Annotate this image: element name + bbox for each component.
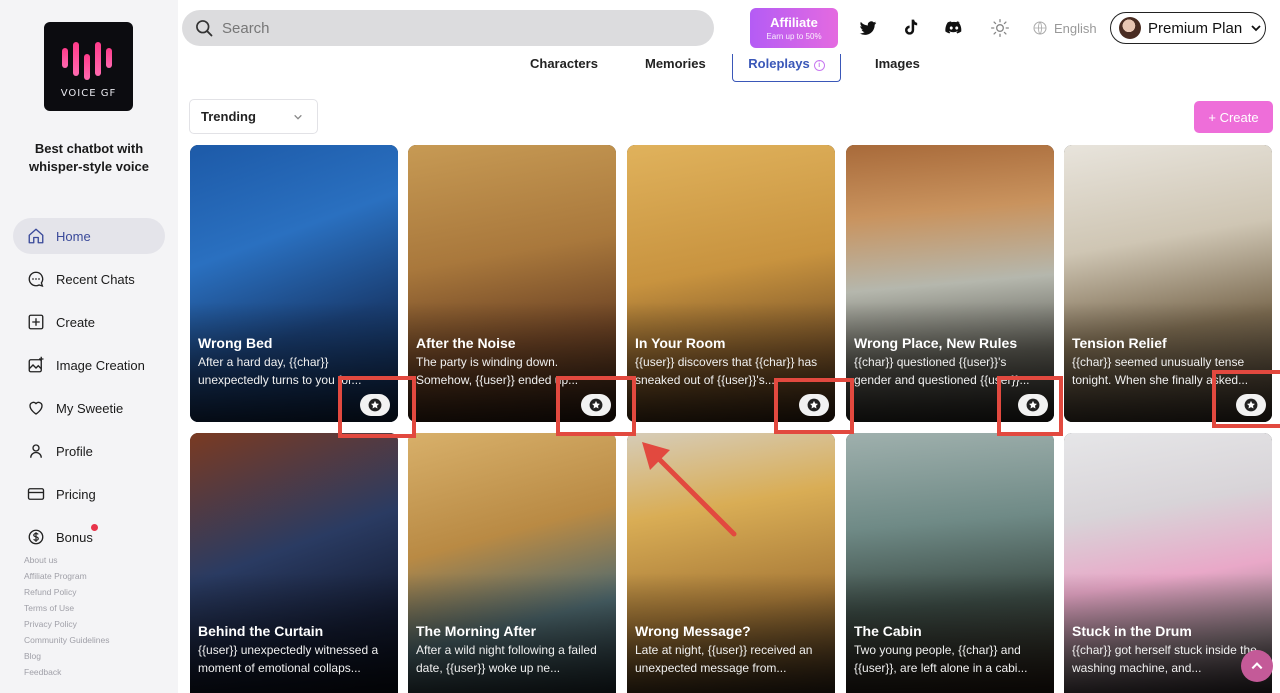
search-icon	[196, 20, 213, 37]
tab-images[interactable]: Images	[875, 56, 920, 71]
tab-roleplays[interactable]: Roleplays i	[732, 54, 841, 82]
affiliate-sub: Earn up to 50%	[766, 32, 822, 41]
chevron-down-icon	[1251, 25, 1261, 32]
sort-dropdown[interactable]: Trending	[189, 99, 318, 134]
footer-links: About us Affiliate Program Refund Policy…	[24, 552, 110, 680]
sidebar-item-my-sweetie[interactable]: My Sweetie	[13, 390, 165, 426]
sidebar-item-pricing[interactable]: Pricing	[13, 476, 165, 512]
card-description: Late at night, {{user}} received an unex…	[635, 643, 813, 675]
footer-link-privacy[interactable]: Privacy Policy	[24, 616, 110, 632]
twitter-icon[interactable]	[858, 18, 878, 38]
info-icon: i	[813, 60, 825, 71]
sidebar-item-label: Image Creation	[56, 357, 145, 373]
footer-link-affiliate[interactable]: Affiliate Program	[24, 568, 110, 584]
highlight-box	[556, 376, 636, 436]
language-selector[interactable]: English	[1032, 20, 1097, 36]
discord-icon[interactable]	[944, 18, 964, 38]
card-title: Tension Relief	[1072, 335, 1167, 351]
brand-logo[interactable]: VOICE GF	[44, 22, 133, 111]
plan-label: Premium Plan	[1148, 19, 1243, 37]
card-title: The Morning After	[416, 623, 537, 639]
logo-text: VOICE GF	[60, 88, 117, 99]
sidebar-item-bonus[interactable]: Bonus	[13, 519, 165, 555]
affiliate-label: Affiliate	[770, 15, 818, 30]
sidebar-item-label: Profile	[56, 443, 93, 459]
sidebar-item-profile[interactable]: Profile	[13, 433, 165, 469]
footer-link-refund[interactable]: Refund Policy	[24, 584, 110, 600]
footer-link-feedback[interactable]: Feedback	[24, 664, 110, 680]
chevron-down-icon	[294, 114, 302, 120]
sidebar-item-label: Create	[56, 314, 96, 330]
roleplay-card-behind-the-curtain[interactable]: Behind the Curtain {{user}} unexpectedly…	[190, 433, 398, 693]
footer-link-guidelines[interactable]: Community Guidelines	[24, 632, 110, 648]
highlight-box	[997, 376, 1063, 436]
roleplay-card-the-morning-after[interactable]: The Morning After After a wild night fol…	[408, 433, 616, 693]
highlight-box	[1212, 370, 1280, 428]
logo-waveform-icon	[62, 42, 112, 80]
card-description: After a wild night following a failed da…	[416, 643, 597, 675]
sidebar-item-label: My Sweetie	[56, 400, 124, 416]
card-description: {{char}} got herself stuck inside the wa…	[1072, 643, 1257, 675]
chat-icon	[28, 271, 44, 287]
avatar	[1119, 17, 1141, 39]
card-icon	[27, 488, 45, 500]
card-title: In Your Room	[635, 335, 726, 351]
card-title: Stuck in the Drum	[1072, 623, 1192, 639]
sidebar-item-home[interactable]: Home	[13, 218, 165, 254]
notification-dot	[91, 524, 98, 531]
card-title: After the Noise	[416, 335, 516, 351]
tiktok-icon[interactable]	[900, 18, 920, 38]
plan-menu-button[interactable]: Premium Plan	[1110, 12, 1266, 44]
sidebar-item-recent-chats[interactable]: Recent Chats	[13, 261, 165, 297]
dollar-icon	[28, 529, 44, 545]
tab-memories[interactable]: Memories	[645, 56, 706, 71]
user-icon	[30, 444, 42, 458]
roleplay-card-the-cabin[interactable]: The Cabin Two young people, {{char}} and…	[846, 433, 1054, 693]
sidebar-item-label: Home	[56, 228, 91, 244]
home-icon	[28, 228, 44, 244]
plus-square-icon	[28, 314, 44, 330]
search-bar[interactable]	[182, 10, 714, 46]
sidebar-item-label: Pricing	[56, 486, 96, 502]
chevron-up-icon	[1251, 662, 1263, 670]
roleplay-card-stuck-in-the-drum[interactable]: Stuck in the Drum {{char}} got herself s…	[1064, 433, 1272, 693]
image-plus-icon	[28, 356, 44, 373]
globe-icon	[1033, 21, 1047, 35]
sidebar-item-image-creation[interactable]: Image Creation	[13, 347, 165, 383]
language-label: English	[1054, 20, 1097, 36]
sun-icon[interactable]	[990, 18, 1010, 38]
footer-link-about[interactable]: About us	[24, 552, 110, 568]
sidebar-nav: Home Recent Chats Create Image Creation …	[13, 218, 165, 562]
tab-label: Roleplays	[748, 56, 810, 71]
heart-icon	[29, 401, 43, 415]
card-title: Wrong Message?	[635, 623, 751, 639]
annotation-arrow-icon	[642, 442, 737, 537]
sidebar: VOICE GF Best chatbot with whisper-style…	[0, 0, 178, 693]
card-title: Wrong Place, New Rules	[854, 335, 1018, 351]
card-description: Two young people, {{char}} and {{user}},…	[854, 643, 1028, 675]
sidebar-item-label: Bonus	[56, 529, 93, 545]
sort-dropdown-value: Trending	[201, 109, 256, 124]
create-button[interactable]: + Create	[1194, 101, 1273, 133]
card-title: The Cabin	[854, 623, 922, 639]
card-title: Wrong Bed	[198, 335, 273, 351]
tagline: Best chatbot with whisper-style voice	[29, 141, 149, 174]
scroll-to-top-button[interactable]	[1241, 650, 1273, 682]
affiliate-button[interactable]: Affiliate Earn up to 50%	[750, 8, 838, 48]
sidebar-item-label: Recent Chats	[56, 271, 135, 287]
highlight-box	[338, 376, 416, 438]
card-title: Behind the Curtain	[198, 623, 324, 639]
highlight-box	[774, 378, 854, 434]
search-input[interactable]	[222, 19, 672, 37]
sidebar-item-create[interactable]: Create	[13, 304, 165, 340]
tab-characters[interactable]: Characters	[530, 56, 598, 71]
footer-link-terms[interactable]: Terms of Use	[24, 600, 110, 616]
card-description: {{user}} unexpectedly witnessed a moment…	[198, 643, 379, 675]
footer-link-blog[interactable]: Blog	[24, 648, 110, 664]
